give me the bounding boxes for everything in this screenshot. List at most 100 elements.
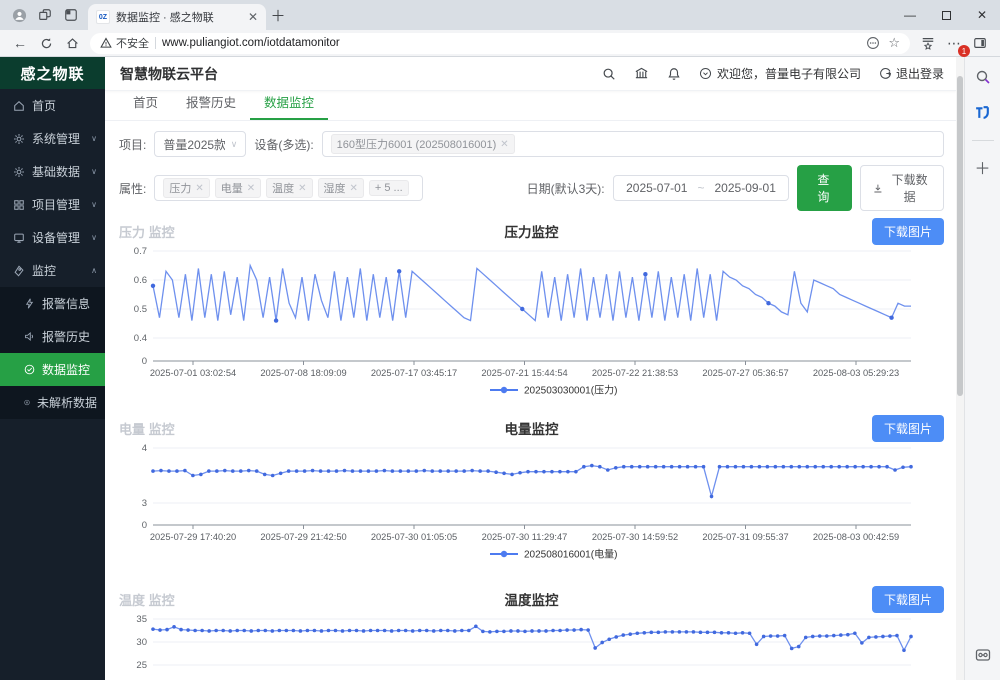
security-warning[interactable]: 不安全	[100, 35, 149, 51]
tab-actions-icon[interactable]	[58, 4, 84, 26]
tab-favicon: 0Z	[96, 10, 110, 24]
url-text[interactable]: www.puliangiot.com/iotdatamonitor	[162, 37, 860, 49]
scrollbar-thumb[interactable]	[957, 76, 963, 396]
sidebar-item-basedata[interactable]: 基础数据 ∨	[0, 155, 105, 188]
window-minimize-button[interactable]: —	[892, 0, 928, 30]
svg-text:0.7: 0.7	[134, 246, 147, 257]
search-icon[interactable]	[602, 67, 616, 81]
tab-close-icon[interactable]: ✕	[248, 10, 258, 24]
tag-icon	[13, 265, 25, 277]
download-data-button[interactable]: 下载数据	[860, 165, 944, 211]
window-close-button[interactable]: ✕	[964, 0, 1000, 30]
tab-alarm-history[interactable]: 报警历史	[172, 92, 250, 120]
home-icon[interactable]	[60, 32, 84, 54]
sidebar-item-alarm-info[interactable]: 报警信息	[0, 287, 105, 320]
attr-label: 属性:	[119, 180, 146, 197]
device-multiselect[interactable]: 160型压力6001 (202508016001)✕	[322, 131, 944, 157]
attr-tag[interactable]: 电量✕	[215, 178, 261, 198]
svg-text:3: 3	[142, 498, 147, 509]
attr-multiselect[interactable]: 压力✕ 电量✕ 温度✕ 湿度✕ + 5 ...	[154, 175, 422, 201]
speaker-icon	[24, 331, 35, 342]
logout-icon	[879, 67, 892, 80]
sidebar-item-devices[interactable]: 设备管理 ∨	[0, 221, 105, 254]
svg-text:4: 4	[142, 443, 147, 454]
sidebar-item-system[interactable]: 系统管理 ∨	[0, 122, 105, 155]
browser-tab-strip: 0Z 数据监控 · 感之物联 ✕ ＋ — ✕	[0, 0, 1000, 30]
device-icon	[13, 232, 25, 244]
organization-icon[interactable]	[634, 66, 649, 81]
split-screen-icon[interactable]	[968, 32, 992, 54]
temperature-chart-canvas[interactable]: 35302520	[119, 613, 941, 680]
sidebar-submenu: 报警信息 报警历史 数据监控 未解析数据	[0, 287, 105, 419]
close-icon[interactable]: ✕	[195, 183, 203, 194]
project-select[interactable]: 普量2025款4... ∨	[154, 131, 246, 157]
sidebar-item-alarm-history[interactable]: 报警历史	[0, 320, 105, 353]
sidebar-item-home[interactable]: 首页	[0, 89, 105, 122]
project-label: 项目:	[119, 136, 146, 153]
svg-text:0.5: 0.5	[134, 304, 147, 315]
chevron-down-icon: ∨	[91, 167, 97, 176]
logout-button[interactable]: 退出登录	[879, 65, 944, 82]
attr-tag[interactable]: 压力✕	[163, 178, 209, 198]
date-end[interactable]: 2025-09-01	[715, 181, 776, 195]
close-icon[interactable]: ✕	[350, 183, 358, 194]
svg-text:2025-07-22 21:38:53: 2025-07-22 21:38:53	[592, 368, 678, 378]
favorite-star-icon[interactable]: ☆	[888, 35, 900, 51]
chevron-down-icon: ∨	[91, 200, 97, 209]
address-bar[interactable]: 不安全 www.puliangiot.com/iotdatamonitor ☆	[90, 33, 910, 54]
tab-home[interactable]: 首页	[119, 92, 172, 120]
lightning-icon	[24, 298, 35, 309]
attr-tag[interactable]: 湿度✕	[318, 178, 364, 198]
sidebar-search-icon[interactable]	[975, 69, 991, 90]
svg-text:2025-07-01 03:02:54: 2025-07-01 03:02:54	[150, 368, 236, 378]
browser-window: 0Z 数据监控 · 感之物联 ✕ ＋ — ✕ ← 不安全 www.puliang…	[0, 0, 1000, 680]
back-icon[interactable]: ←	[8, 32, 32, 54]
chevron-up-icon: ∧	[91, 266, 97, 275]
user-menu[interactable]: 欢迎您，普量电子有限公司	[699, 65, 861, 82]
sidebar-item-projects[interactable]: 项目管理 ∨	[0, 188, 105, 221]
page-scrollbar[interactable]	[956, 57, 964, 680]
date-range-picker[interactable]: 2025-07-01 ~ 2025-09-01	[613, 175, 790, 201]
window-maximize-button[interactable]	[928, 0, 964, 30]
browser-tab-active[interactable]: 0Z 数据监控 · 感之物联 ✕	[88, 4, 266, 30]
sidebar-item-data-monitor[interactable]: 数据监控	[0, 353, 105, 386]
close-icon[interactable]: ✕	[298, 183, 306, 194]
svg-text:202508016001(电量): 202508016001(电量)	[524, 548, 617, 561]
svg-text:30: 30	[136, 637, 147, 648]
device-tag[interactable]: 160型压力6001 (202508016001)✕	[331, 134, 515, 154]
attr-more-tag[interactable]: + 5 ...	[369, 180, 409, 196]
svg-text:2025-07-30 14:59:52: 2025-07-30 14:59:52	[592, 532, 678, 542]
query-button[interactable]: 查询	[797, 165, 852, 211]
close-icon[interactable]: ✕	[247, 183, 255, 194]
svg-text:0: 0	[142, 356, 147, 367]
browser-toolbar: ← 不安全 www.puliangiot.com/iotdatamonitor …	[0, 30, 1000, 57]
refresh-icon[interactable]	[34, 32, 58, 54]
close-icon[interactable]: ✕	[500, 139, 508, 150]
workspaces-icon[interactable]	[32, 4, 58, 26]
sidebar-item-monitor[interactable]: 监控 ∧	[0, 254, 105, 287]
download-image-button[interactable]: 下载图片	[872, 586, 944, 613]
pressure-chart-canvas[interactable]: 0.70.60.50.402025-07-01 03:02:542025-07-…	[119, 245, 941, 397]
section-side-label: 压力 监控	[119, 222, 289, 241]
sidebar-add-icon[interactable]: ＋	[974, 155, 990, 179]
sidebar-app-icon[interactable]	[974, 104, 991, 126]
chart-section-temperature: 温度 监控 温度监控 下载图片 35302520	[119, 587, 944, 680]
download-image-button[interactable]: 下载图片	[872, 415, 944, 442]
collections-icon[interactable]	[916, 32, 940, 54]
section-side-label: 电量 监控	[119, 419, 289, 438]
profile-icon[interactable]	[6, 4, 32, 26]
bell-icon[interactable]	[667, 67, 681, 81]
attr-tag[interactable]: 温度✕	[266, 178, 312, 198]
tab-data-monitor[interactable]: 数据监控	[250, 92, 328, 120]
svg-text:0.6: 0.6	[134, 275, 147, 286]
browser-essentials-icon[interactable]	[975, 647, 991, 668]
svg-text:202503030001(压力): 202503030001(压力)	[524, 384, 617, 397]
reader-mode-icon[interactable]	[866, 36, 880, 50]
power-chart-canvas[interactable]: 4302025-07-29 17:40:202025-07-29 21:42:5…	[119, 442, 941, 560]
edge-sidebar: ＋	[964, 57, 1000, 680]
new-tab-button[interactable]: ＋	[266, 3, 290, 27]
browser-menu-icon[interactable]: ⋯1	[942, 32, 966, 54]
sidebar-item-unparsed-data[interactable]: 未解析数据	[0, 386, 105, 419]
date-start[interactable]: 2025-07-01	[626, 181, 687, 195]
download-image-button[interactable]: 下载图片	[872, 218, 944, 245]
